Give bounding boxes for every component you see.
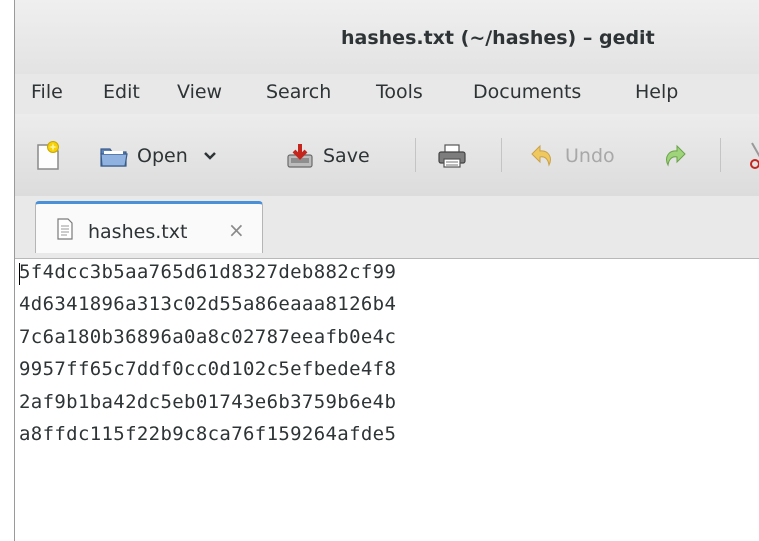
save-label: Save bbox=[323, 145, 370, 167]
undo-icon bbox=[531, 144, 551, 167]
scissors-icon bbox=[750, 142, 759, 169]
tab-label: hashes.txt bbox=[88, 221, 188, 243]
gedit-window: hashes.txt (~/hashes) – gedit File Edit … bbox=[14, 0, 759, 541]
text-line: 2af9b1ba42dc5eb01743e6b3759b6e4b bbox=[19, 391, 397, 413]
tab-hashes-txt[interactable]: hashes.txt × bbox=[35, 201, 263, 253]
undo-button[interactable]: Undo bbox=[529, 138, 615, 174]
toolbar-separator bbox=[720, 138, 721, 172]
new-button[interactable] bbox=[35, 138, 61, 174]
menu-help[interactable]: Help bbox=[635, 81, 678, 103]
save-button[interactable]: Save bbox=[285, 138, 370, 174]
open-label: Open bbox=[137, 145, 188, 167]
print-button[interactable] bbox=[437, 138, 467, 174]
menu-bar: File Edit View Search Tools Documents He… bbox=[15, 74, 759, 114]
text-line: 9957ff65c7ddf0cc0d102c5efbede4f8 bbox=[19, 358, 397, 380]
toolbar-separator bbox=[415, 138, 416, 172]
cut-button[interactable] bbox=[746, 138, 759, 174]
menu-tools[interactable]: Tools bbox=[376, 81, 423, 103]
undo-label: Undo bbox=[565, 145, 615, 167]
redo-button[interactable] bbox=[660, 138, 688, 174]
text-editor[interactable]: 5f4dcc3b5aa765d61d8327deb882cf99 4d63418… bbox=[15, 259, 759, 541]
print-icon bbox=[438, 144, 466, 168]
folder-icon bbox=[100, 148, 128, 167]
menu-view[interactable]: View bbox=[177, 81, 222, 103]
menu-edit[interactable]: Edit bbox=[103, 81, 140, 103]
tab-bar: hashes.txt × bbox=[15, 196, 759, 259]
text-line: 7c6a180b36896a0a8c02787eeafb0e4c bbox=[19, 326, 397, 348]
toolbar-separator bbox=[501, 138, 502, 172]
close-icon[interactable]: × bbox=[228, 218, 245, 242]
text-line: 5f4dcc3b5aa765d61d8327deb882cf99 bbox=[19, 261, 397, 283]
menu-file[interactable]: File bbox=[31, 81, 63, 103]
toolbar: Open Save Undo bbox=[15, 114, 759, 197]
window-title: hashes.txt (~/hashes) – gedit bbox=[341, 27, 655, 49]
text-line: a8ffdc115f22b9c8ca76f159264afde5 bbox=[19, 423, 397, 445]
open-button[interactable]: Open bbox=[99, 138, 218, 174]
text-line: 4d6341896a313c02d55a86eaaa8126b4 bbox=[19, 293, 397, 315]
menu-documents[interactable]: Documents bbox=[473, 81, 581, 103]
text-file-icon bbox=[57, 218, 73, 240]
title-bar[interactable]: hashes.txt (~/hashes) – gedit bbox=[15, 0, 759, 74]
new-document-icon bbox=[37, 141, 59, 170]
save-icon bbox=[287, 144, 313, 168]
redo-icon bbox=[666, 144, 686, 167]
menu-search[interactable]: Search bbox=[266, 81, 331, 103]
chevron-down-icon[interactable] bbox=[202, 150, 218, 162]
